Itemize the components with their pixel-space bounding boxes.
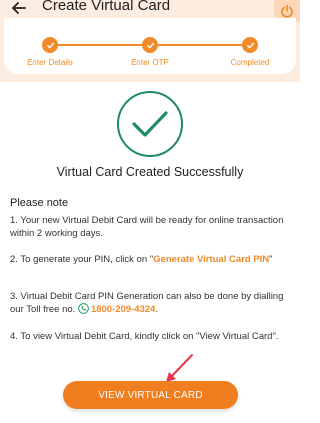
toll-free-number-link[interactable]: 1800-209-4324 [91,304,155,315]
step-1-indicator [42,37,58,53]
step-3-label: Completed [230,58,270,67]
power-icon [281,4,293,18]
step-2-indicator [142,37,158,53]
check-icon [46,42,54,48]
success-message: Virtual Card Created Successfully [56,165,244,179]
note-item-1: 1. Your new Virtual Debit Card will be r… [10,215,284,239]
check-icon [246,42,254,48]
phone-icon [78,303,89,314]
note-2-text: 2. To generate your PIN, click on " [10,254,154,265]
view-virtual-card-button[interactable]: VIEW VIRTUAL CARD [63,381,238,409]
back-arrow-icon [12,2,26,14]
back-button[interactable] [6,0,32,16]
step-connector [150,44,250,46]
check-icon [146,42,154,48]
step-3-indicator [242,37,258,53]
note-3-suffix: . [155,304,159,315]
page-title: Create Virtual Card [42,0,171,14]
pointer-arrow-icon [166,354,193,382]
step-connector [50,44,150,46]
step-1-label: Enter Details [27,58,73,67]
step-2-label: Enter OTP [131,58,169,67]
checkmark-icon [132,111,168,137]
notes-heading: Please note [10,197,69,209]
generate-pin-link[interactable]: Generate Virtual Card PIN [153,254,269,265]
note-2-suffix: " [269,254,273,265]
success-badge [117,91,183,157]
note-item-2: 2. To generate your PIN, click on "Gener… [10,253,292,266]
app-header: Create Virtual Card Enter Details Enter … [0,0,300,82]
note-item-3: 3. Virtual Debit Card PIN Generation can… [10,290,292,316]
note-item-4: 4. To view Virtual Debit Card, kindly cl… [10,331,279,342]
progress-stepper: Enter Details Enter OTP Completed [4,18,296,74]
